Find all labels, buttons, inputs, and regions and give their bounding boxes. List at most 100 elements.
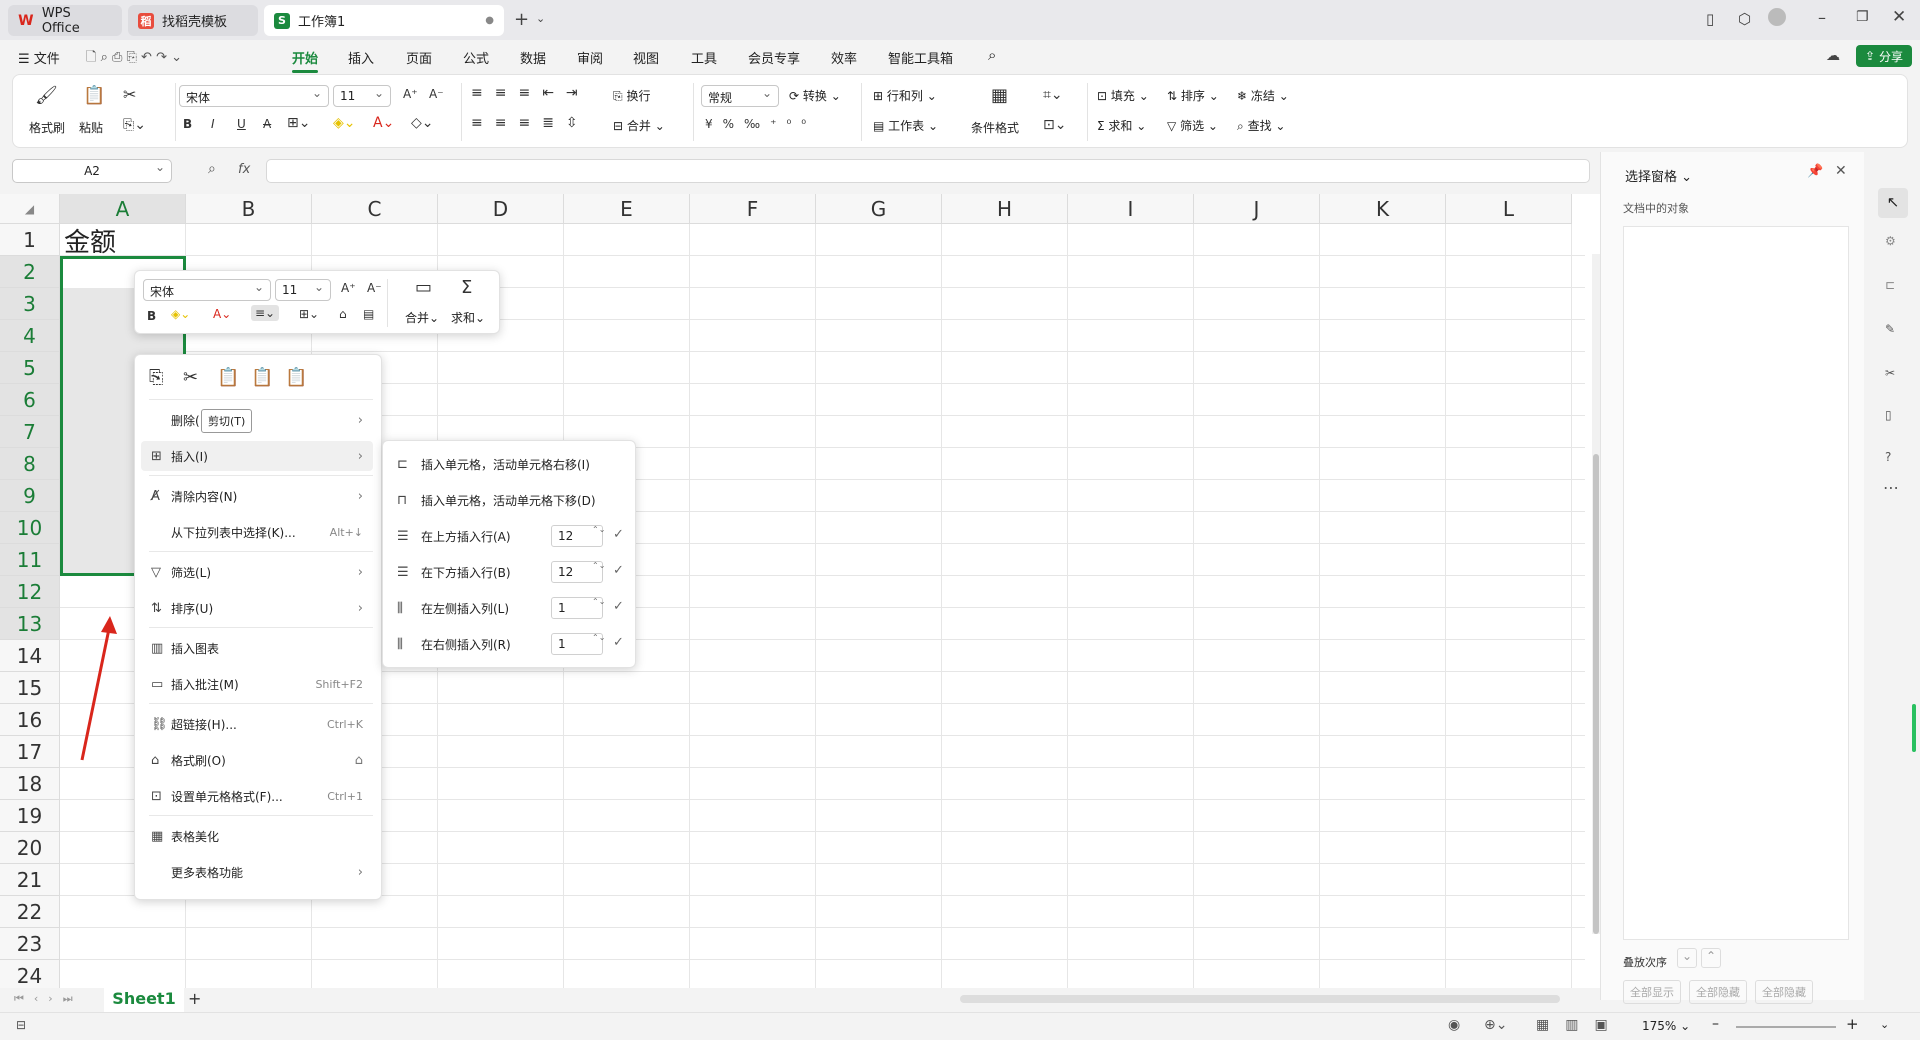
more-icon[interactable]: ⋯: [1883, 478, 1899, 497]
worksheet-button[interactable]: ▤ 工作表 ⌄: [873, 117, 938, 134]
quick-access-icons[interactable]: 🗋 ⌕ ⎙ ⎘ ↶ ↷ ⌄: [86, 48, 182, 70]
cube-icon[interactable]: ⬡: [1738, 10, 1751, 28]
mini-align-icon[interactable]: ≡⌄: [251, 305, 280, 321]
sub-insert-row-below[interactable]: ☰在下方插入行(B)12✓: [391, 557, 631, 587]
zoom-slider[interactable]: [1736, 1026, 1836, 1028]
sum-button[interactable]: Σ 求和 ⌄: [1097, 117, 1146, 134]
find-button[interactable]: ⌕ 查找 ⌄: [1237, 117, 1285, 134]
ctx-insert[interactable]: ⊞ 插入(I) ›: [141, 441, 373, 471]
sub-insert-col-right[interactable]: ⫼在右侧插入列(R)1✓: [391, 629, 631, 659]
name-box[interactable]: A2: [12, 159, 172, 183]
mini-border-icon[interactable]: ⊞⌄: [299, 307, 319, 321]
ctx-filter[interactable]: ▽ 筛选(L) ›: [141, 557, 373, 587]
move-up-icon[interactable]: ⌃: [1701, 948, 1721, 968]
tab-workbook[interactable]: S 工作簿1 ●: [264, 5, 504, 36]
zoom-formula-icon[interactable]: ⌕: [208, 161, 216, 177]
ctx-clear[interactable]: A̸ 清除内容(N) ›: [141, 481, 373, 511]
tab-wps-office[interactable]: W WPS Office: [8, 5, 122, 36]
mini-sum-icon[interactable]: Σ: [461, 277, 472, 298]
cursor-icon[interactable]: ↖: [1878, 188, 1908, 218]
ctx-delete[interactable]: 删除(›: [141, 405, 373, 435]
mini-merge-button[interactable]: 合并⌄: [405, 309, 439, 326]
copy-icon[interactable]: ⎘⌄: [123, 117, 146, 133]
sheet-nav-icons[interactable]: ⏮‹›⏭: [14, 992, 83, 1006]
new-tab-icon[interactable]: +: [514, 9, 529, 30]
file-menu[interactable]: ☰ 文件: [18, 48, 60, 67]
pin-icon[interactable]: 📌: [1807, 164, 1823, 179]
search-icon[interactable]: ⌕: [988, 46, 996, 64]
menu-page[interactable]: 页面: [406, 48, 432, 67]
col-right-count[interactable]: 1: [551, 632, 603, 655]
align-icons[interactable]: ≡≡≡⇤⇥: [471, 85, 590, 101]
ctx-insert-chart[interactable]: ▥ 插入图表: [141, 633, 373, 663]
ctx-paste-text-icon[interactable]: 📋: [251, 367, 273, 388]
mini-font-grow-icon[interactable]: A⁺: [341, 281, 356, 295]
ctx-format-painter[interactable]: ⌂ 格式刷(O) ⌂: [141, 745, 373, 775]
menu-efficiency[interactable]: 效率: [831, 48, 857, 67]
strikethrough-icon[interactable]: A: [263, 117, 271, 131]
convert-button[interactable]: ⟳ 转换 ⌄: [789, 87, 841, 104]
zoom-level[interactable]: 175% ⌄: [1642, 1019, 1690, 1033]
mini-font-color-icon[interactable]: A⌄: [213, 307, 231, 321]
fill-color-icon[interactable]: ◈⌄: [333, 115, 356, 131]
menu-view[interactable]: 视图: [633, 48, 659, 67]
avatar[interactable]: [1768, 8, 1786, 26]
row-above-count[interactable]: 12: [551, 524, 603, 547]
mini-font-shrink-icon[interactable]: A⁻: [367, 281, 382, 295]
cond-format-label[interactable]: 条件格式: [971, 119, 1019, 136]
mini-bold-icon[interactable]: B: [147, 309, 156, 323]
ctx-cut-icon[interactable]: ✂: [183, 367, 198, 388]
sub-insert-shift-right[interactable]: ⊏ 插入单元格，活动单元格右移(I): [391, 449, 631, 479]
wrap-button[interactable]: ⎘ 换行: [613, 87, 650, 104]
menu-review[interactable]: 审阅: [577, 48, 603, 67]
zoom-in-icon[interactable]: +: [1846, 1015, 1859, 1033]
confirm-check-icon[interactable]: ✓: [613, 563, 624, 578]
fill-button[interactable]: ⊡ 填充 ⌄: [1097, 87, 1149, 104]
ctx-paste-special-icon[interactable]: 📋: [285, 367, 307, 388]
eye-icon[interactable]: ◉: [1448, 1017, 1460, 1033]
format-painter-icon[interactable]: 🖌: [35, 85, 58, 106]
ctx-more-table[interactable]: 更多表格功能 ›: [141, 857, 373, 887]
menu-home[interactable]: 开始: [292, 48, 319, 73]
pane-title[interactable]: 选择窗格 ⌄: [1625, 166, 1692, 185]
tools-icon[interactable]: ✂: [1885, 366, 1895, 380]
font-grow-icon[interactable]: A⁺: [403, 87, 418, 101]
hide-all-button[interactable]: 全部隐藏: [1689, 980, 1747, 1004]
font-color-icon[interactable]: A⌄: [373, 115, 394, 131]
ctx-copy-icon[interactable]: ⎘: [149, 367, 163, 388]
menu-data[interactable]: 数据: [520, 48, 546, 67]
style-icon[interactable]: ⌗⌄: [1043, 87, 1063, 103]
font-select[interactable]: 宋体: [179, 85, 329, 107]
mini-merge-icon[interactable]: ▭: [415, 277, 432, 298]
layout-icon[interactable]: ▯: [1706, 10, 1714, 28]
locate-icon[interactable]: ⊕⌄: [1484, 1017, 1507, 1033]
show-all-button[interactable]: 全部显示: [1623, 980, 1681, 1004]
ctx-hyperlink[interactable]: ⛓ 超链接(H)... Ctrl+K: [141, 709, 373, 739]
add-sheet-icon[interactable]: +: [188, 989, 201, 1008]
sheet-tab-sheet1[interactable]: Sheet1: [104, 988, 184, 1012]
confirm-check-icon[interactable]: ✓: [613, 635, 624, 650]
sub-insert-row-above[interactable]: ☰在上方插入行(A)12✓: [391, 521, 631, 551]
ctx-format-cells[interactable]: ⊡ 设置单元格格式(F)... Ctrl+1: [141, 781, 373, 811]
cloud-icon[interactable]: ☁: [1826, 48, 1840, 64]
mini-font-select[interactable]: 宋体: [143, 279, 271, 301]
align-icons-2[interactable]: ≡≡≡≣⇳: [471, 115, 590, 131]
mini-sum-button[interactable]: 求和⌄: [451, 309, 485, 326]
border-icon[interactable]: ⊞⌄: [287, 115, 310, 131]
eraser-icon[interactable]: ◇⌄: [411, 115, 434, 131]
number-format-select[interactable]: 常规: [701, 85, 779, 107]
menu-member[interactable]: 会员专享: [748, 48, 800, 67]
zoom-menu-icon[interactable]: ⌄: [1880, 1018, 1889, 1031]
underline-icon[interactable]: U: [237, 117, 246, 131]
book-icon[interactable]: ▯: [1885, 408, 1892, 422]
mini-paint-icon[interactable]: ⌂: [339, 307, 347, 321]
ctx-dropdown-pick[interactable]: 从下拉列表中选择(K)... Alt+↓: [141, 517, 373, 547]
confirm-check-icon[interactable]: ✓: [613, 527, 624, 542]
filter-button[interactable]: ▽ 筛选 ⌄: [1167, 117, 1218, 134]
ctx-sort[interactable]: ⇅ 排序(U) ›: [141, 593, 373, 623]
sub-insert-col-left[interactable]: ⫼在左侧插入列(L)1✓: [391, 593, 631, 623]
tab-list-icon[interactable]: ⌄: [536, 12, 545, 25]
settings-sliders-icon[interactable]: ⚙: [1885, 234, 1896, 248]
paste-label[interactable]: 粘贴: [79, 119, 103, 136]
macro-icon[interactable]: ⊟: [16, 1018, 26, 1032]
